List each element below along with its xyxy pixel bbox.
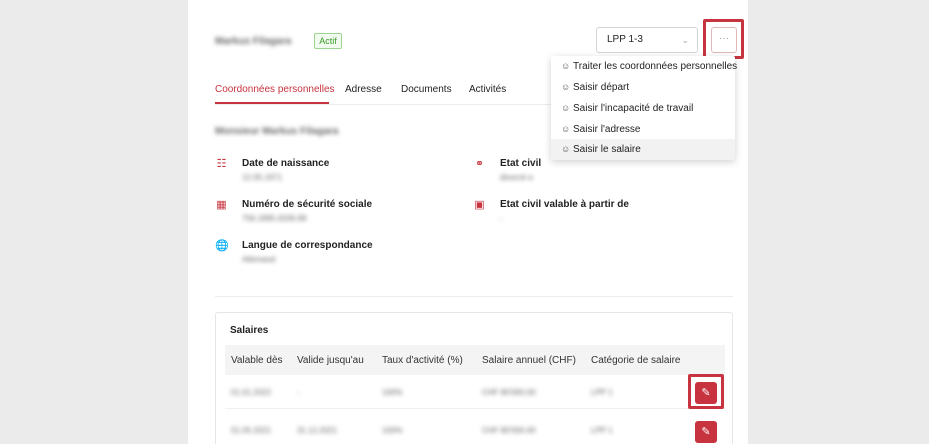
table-cell: LPP 1 (591, 426, 613, 435)
edit-salary-highlight (688, 374, 724, 409)
chevron-down-icon: ⌄ (681, 35, 689, 45)
table-cell: - (297, 388, 300, 397)
table-cell: 100% (382, 388, 403, 397)
birthday-cake-icon: ☷ (216, 158, 227, 170)
column-header: Valable dès (231, 355, 283, 366)
field-value: divorcé·e (500, 173, 533, 182)
field-value: 756.1895.6336.99 (242, 214, 307, 223)
edit-salary-button[interactable]: ✎ (695, 421, 717, 443)
status-badge: Actif (314, 33, 342, 49)
column-header: Salaire annuel (CHF) (482, 355, 576, 366)
table-cell: 01.01.2022 (231, 388, 272, 397)
person-full-name: Monsieur Markus Filagara (215, 126, 339, 137)
calendar-icon: ▣ (474, 199, 485, 211)
salaries-title: Salaires (230, 325, 269, 336)
field-value: - (500, 214, 503, 223)
user-icon: ☺ (561, 103, 571, 113)
field-label: Etat civil valable à partir de (500, 199, 629, 210)
column-header: Valide jusqu'au (297, 355, 364, 366)
table-cell: CHF 80'000.00 (482, 426, 536, 435)
more-actions-highlight (703, 19, 744, 59)
table-cell: 01.05.2021 (231, 426, 272, 435)
contract-select[interactable]: LPP 1-3 ⌄ (596, 27, 698, 53)
table-cell: LPP 1 (591, 388, 613, 397)
menu-item-enter-address[interactable]: ☺ Saisir l'adresse (551, 119, 735, 140)
contract-select-value: LPP 1-3 (607, 34, 643, 45)
table-cell: CHF 80'000.00 (482, 388, 536, 397)
menu-item-label: Saisir l'incapacité de travail (573, 103, 694, 114)
pencil-icon: ✎ (701, 426, 711, 438)
field-label: Numéro de sécurité sociale (242, 199, 373, 210)
column-header: Catégorie de salaire (591, 355, 681, 366)
table-cell: 31.12.2021 (297, 426, 338, 435)
salaries-table-header: Valable dès Valide jusqu'au Taux d'activ… (225, 345, 725, 375)
actions-dropdown-menu: ☺ Traiter les coordonnées personnelles ☺ S… (551, 56, 738, 160)
rings-icon: ⚭ (474, 158, 485, 170)
menu-item-label: Traiter les coordonnées personnelles (573, 61, 738, 72)
table-row: 01.05.2021 31.12.2021 100% CHF 80'000.00… (225, 413, 725, 444)
field-label: Etat civil (500, 158, 542, 169)
table-row: 01.01.2022 - 100% CHF 80'000.00 LPP 1 (225, 375, 725, 409)
field-label: Date de naissance (242, 158, 330, 169)
field-label: Langue de correspondance (242, 240, 373, 251)
employee-name: Markus Filagara (215, 36, 292, 47)
user-icon: ☺ (561, 82, 571, 92)
menu-item-edit-personal-data[interactable]: ☺ Traiter les coordonnées personnelles (551, 56, 738, 77)
tab-adresse[interactable]: Adresse (345, 84, 382, 95)
column-header: Taux d'activité (%) (382, 355, 463, 366)
tab-documents[interactable]: Documents (401, 84, 452, 95)
tab-coordonnees[interactable]: Coordonnées personnelles (215, 84, 335, 95)
menu-item-label: Saisir départ (573, 82, 630, 93)
field-value: 12.05.1971 (242, 173, 283, 182)
section-divider (215, 296, 733, 297)
id-card-icon: ▦ (216, 199, 227, 211)
user-icon: ☺ (561, 124, 571, 134)
menu-item-enter-incapacity[interactable]: ☺ Saisir l'incapacité de travail (551, 98, 735, 119)
tab-activites[interactable]: Activités (469, 84, 506, 95)
globe-icon: 🌐 (215, 240, 229, 252)
salaries-panel: Salaires Valable dès Valide jusqu'au Tau… (215, 312, 733, 444)
menu-item-label: Saisir le salaire (573, 144, 641, 155)
menu-item-enter-departure[interactable]: ☺ Saisir départ (551, 77, 735, 98)
menu-item-enter-salary[interactable]: ☺ Saisir le salaire (551, 139, 735, 160)
field-value: Allemand (242, 255, 276, 264)
menu-item-label: Saisir l'adresse (573, 124, 641, 135)
table-cell: 100% (382, 426, 403, 435)
user-icon: ☺ (561, 61, 571, 71)
user-icon: ☺ (561, 144, 571, 154)
